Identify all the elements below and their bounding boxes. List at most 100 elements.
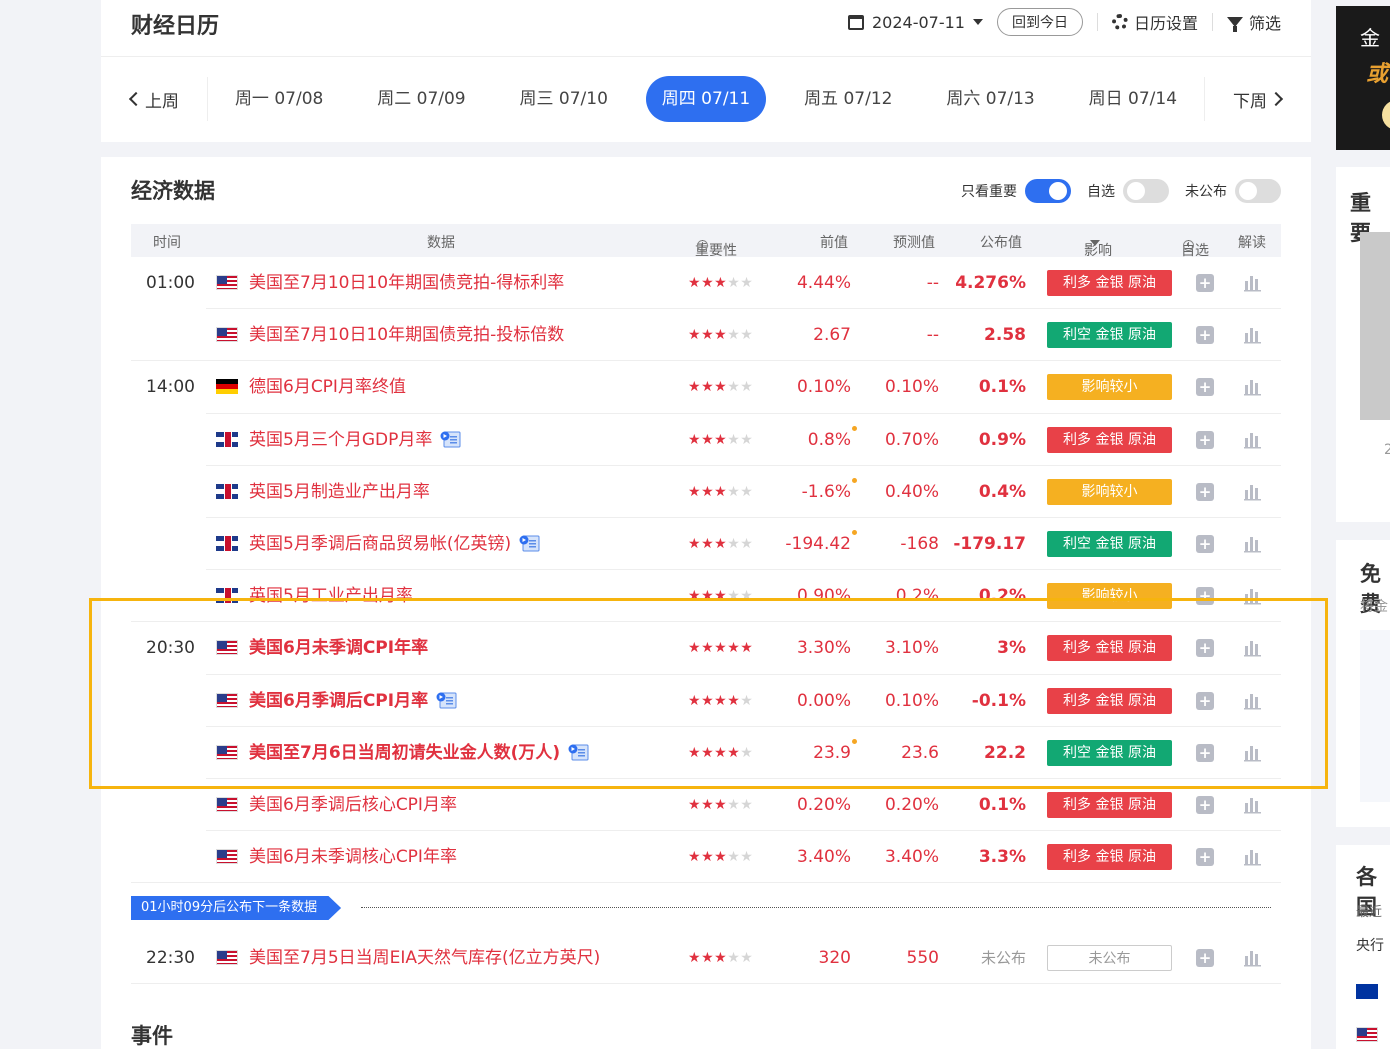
add-to-watchlist-button[interactable]: + [1196,639,1214,658]
forecast-value: 3.40% [884,847,939,868]
us-flag-icon [216,950,238,965]
add-to-watchlist-button[interactable]: + [1196,326,1214,345]
star-icon: ★ [727,950,741,966]
add-to-watchlist-button[interactable]: + [1196,795,1214,814]
add-to-watchlist-button[interactable]: + [1196,482,1214,501]
add-to-watchlist-button[interactable]: + [1196,430,1214,449]
report-doc-icon[interactable] [436,678,458,708]
indicator-name[interactable]: 美国6月未季调核心CPI年率 [249,831,457,883]
indicator-name[interactable]: 美国至7月10日10年期国债竞拍-得标利率 [249,257,564,309]
filter-button[interactable]: 筛选 [1226,10,1281,34]
news-thumbnail[interactable] [1360,232,1390,420]
indicator-name[interactable]: 美国至7月10日10年期国债竞拍-投标倍数 [249,309,564,361]
table-row[interactable]: 美国6月未季调核心CPI年率 ★★★★★ 3.40% 3.40% 3.3% 利多 金银 原… [131,831,1281,884]
sidebar-ad-banner[interactable]: 金 或 [1336,6,1390,150]
star-icon: ★ [727,535,741,552]
forecast-value: 550 [906,948,939,968]
add-to-watchlist-button[interactable]: + [1196,743,1214,762]
star-icon: ★ [688,588,702,605]
star-icon: ★ [688,640,702,657]
prev-week-button[interactable]: 上周 [128,87,207,112]
table-row[interactable]: 20:30 美国6月未季调CPI年率 ★★★★★ 3.30% 3.10% 3% 利多 金银 … [131,622,1281,675]
table-row[interactable]: 22:30 美国至7月5日当周EIA天然气库存(亿立方英尺) ★★★★★ 320 550… [131,932,1281,984]
bar-chart-icon[interactable] [1243,429,1263,449]
table-row[interactable]: 美国6月季调后CPI月率 ★★★★★ 0.00% 0.10% -0.1% 利多 金银 原油… [131,675,1281,727]
date-picker[interactable]: 2024-07-11 [847,13,983,32]
add-to-watchlist-button[interactable]: + [1196,378,1214,397]
importance-stars: ★★★★★ [688,932,753,984]
day-tab[interactable]: 周一 07/08 [219,76,339,122]
day-tab[interactable]: 周六 07/13 [930,76,1050,122]
toggle-switch[interactable] [1123,179,1169,203]
indicator-name[interactable]: 美国6月季调后核心CPI月率 [249,779,457,831]
table-row[interactable]: 美国至7月6日当周初请失业金人数(万人) ★★★★★ 23.9 23.6 22.2 利空 … [131,727,1281,779]
bar-chart-icon[interactable] [1243,742,1263,762]
report-doc-icon[interactable] [440,417,462,448]
indicator-name[interactable]: 英国5月工业产出月率 [249,570,413,622]
table-row[interactable]: 14:00 德国6月CPI月率终值 ★★★★★ 0.10% 0.10% 0.1% 影响较小 + [131,361,1281,414]
report-doc-icon[interactable] [568,730,590,761]
bar-chart-icon[interactable] [1243,690,1263,710]
indicator-name-text: 美国6月未季调核心CPI年率 [249,847,457,868]
next-week-button[interactable]: 下周 [1205,87,1284,112]
bar-chart-icon[interactable] [1243,272,1263,292]
add-to-watchlist-button[interactable]: + [1196,534,1214,553]
indicator-name[interactable]: 英国5月制造业产出月率 [249,466,430,518]
star-icon: ★ [701,379,715,396]
table-row[interactable]: 美国至7月10日10年期国债竞拍-投标倍数 ★★★★★ 2.67 -- 2.58 利空 金… [131,309,1281,362]
bar-chart-icon[interactable] [1243,637,1263,657]
calendar-settings-button[interactable]: 日历设置 [1111,10,1198,34]
star-icon: ★ [740,692,754,709]
star-icon: ★ [714,588,728,605]
table-row[interactable]: 英国5月三个月GDP月率 ★★★★★ 0.8% 0.70% 0.9% 利多 金银 原油 + [131,414,1281,466]
day-tab[interactable]: 周三 07/10 [504,76,624,122]
report-doc-icon[interactable] [519,521,541,552]
indicator-name[interactable]: 美国至7月5日当周EIA天然气库存(亿立方英尺) [249,932,600,984]
indicator-name[interactable]: 英国5月三个月GDP月率 [249,414,462,466]
back-to-today-button[interactable]: 回到今日 [996,8,1083,36]
bar-chart-icon[interactable] [1243,947,1263,967]
table-row[interactable]: 英国5月制造业产出月率 ★★★★★ -1.6% 0.40% 0.4% 影响较小 + [131,466,1281,518]
add-to-watchlist-button[interactable]: + [1196,587,1214,606]
star-icon: ★ [688,796,702,813]
toggle-watchlist[interactable]: 自选 [1087,179,1169,203]
bar-chart-icon[interactable] [1243,324,1263,344]
impact-badge: 利空 金银 原油 [1047,739,1172,766]
toggle-switch[interactable] [1235,179,1281,203]
bar-chart-icon[interactable] [1243,846,1263,866]
indicator-name[interactable]: 美国至7月6日当周初请失业金人数(万人) [249,727,590,779]
toggle-important-only[interactable]: 只看重要 [961,179,1071,203]
previous-value: 23.9 [813,727,857,779]
bar-chart-icon[interactable] [1243,585,1263,605]
table-row[interactable]: 01:00 美国至7月10日10年期国债竞拍-得标利率 ★★★★★ 4.44% -- 4.… [131,257,1281,310]
day-tab[interactable]: 周二 07/09 [361,76,481,122]
bar-chart-icon[interactable] [1243,533,1263,553]
previous-value-text: 23.9 [813,727,857,779]
day-tab[interactable]: 周五 07/12 [788,76,908,122]
indicator-name[interactable]: 美国6月季调后CPI月率 [249,675,458,727]
indicator-name[interactable]: 德国6月CPI月率终值 [249,361,406,413]
calendar-icon [847,14,864,30]
day-tab[interactable]: 周四 07/11 [645,76,767,122]
toggle-switch[interactable] [1025,179,1071,203]
add-to-watchlist-button[interactable]: + [1196,274,1214,292]
indicator-name[interactable]: 美国6月未季调CPI年率 [249,622,428,674]
add-to-watchlist-button[interactable]: + [1196,848,1214,867]
indicator-name[interactable]: 英国5月季调后商品贸易帐(亿英镑) [249,518,541,570]
toggle-unpublished[interactable]: 未公布 [1185,179,1281,203]
star-icon: ★ [727,379,741,396]
day-tab[interactable]: 周日 07/14 [1073,76,1193,122]
revised-dot-icon [852,425,857,431]
table-row[interactable]: 英国5月工业产出月率 ★★★★★ 0.90% 0.2% 0.2% 影响较小 + [131,570,1281,623]
bar-chart-icon[interactable] [1243,376,1263,396]
star-icon: ★ [714,744,728,761]
add-to-watchlist-button[interactable]: + [1196,691,1214,710]
bar-chart-icon[interactable] [1243,481,1263,501]
table-row[interactable]: 英国5月季调后商品贸易帐(亿英镑) ★★★★★ -194.42 -168 -179.17… [131,518,1281,571]
bar-chart-icon[interactable] [1243,794,1263,814]
table-row[interactable]: 美国6月季调后核心CPI月率 ★★★★★ 0.20% 0.20% 0.1% 利多 金银 原… [131,779,1281,832]
add-to-watchlist-button[interactable]: + [1196,949,1214,967]
economic-data-card: 经济数据 只看重要 自选 未公布 时间 数据 重要性 i 前值 预测值 公布值 影… [101,157,1311,1049]
star-icon: ★ [740,588,754,605]
impact-badge: 利多 金银 原油 [1047,791,1172,818]
